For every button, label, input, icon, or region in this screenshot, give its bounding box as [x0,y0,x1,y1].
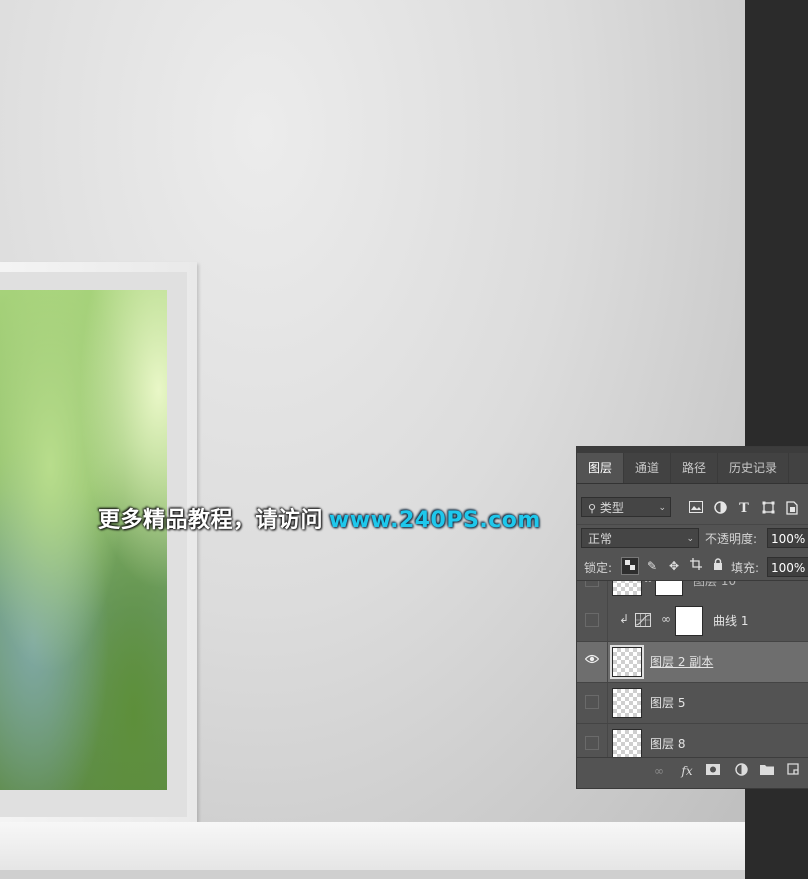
layer-name[interactable]: 曲线 1 [713,612,748,629]
layer-mask-thumbnail[interactable] [655,581,683,596]
eye-icon[interactable] [584,654,600,668]
link-icon: ∞ [661,612,671,626]
lock-label: 锁定: [584,561,613,575]
window-frame [0,262,197,822]
smart-object-filter-icon[interactable] [784,501,800,517]
layer-row[interactable]: ∞ 图层 10 [577,581,808,602]
lock-position-icon[interactable]: ✥ [665,557,683,575]
divider [607,581,608,601]
layer-name[interactable]: 图层 2 副本 [650,653,713,670]
curves-adjustment-icon [635,613,651,630]
lock-all-icon[interactable] [709,557,727,575]
tab-paths[interactable]: 路径 [671,453,719,483]
layer-thumbnail [612,688,642,718]
layer-row-selected[interactable]: 图层 2 副本 [577,642,808,683]
search-icon: ⚲ [588,502,597,515]
layer-mask-thumbnail[interactable] [675,606,703,636]
visibility-toggle[interactable] [585,613,599,627]
panel-tabs: 图层 通道 路径 历史记录 [577,453,808,484]
lock-row: 锁定: ✎ ✥ 填充: 100% [577,554,808,578]
blend-mode-select[interactable]: 正常 ⌄ [581,528,699,548]
link-layers-icon[interactable]: ∞ [651,763,667,779]
watermark-text: 更多精品教程，请访问 [98,508,324,533]
layer-filter-row: ⚲ 类型 ⌄ T [577,491,808,517]
clipping-arrow-icon: ↲ [619,612,630,626]
divider [607,601,608,641]
lock-transparent-pixels-icon[interactable] [621,557,639,575]
visibility-toggle[interactable] [585,695,599,709]
new-adjustment-layer-icon[interactable] [733,763,749,779]
layers-panel-footer: ∞ fx [577,757,808,784]
type-layer-filter-icon[interactable]: T [736,501,752,517]
lock-image-pixels-icon[interactable]: ✎ [643,557,661,575]
lock-artboard-icon[interactable] [687,557,705,575]
layers-list[interactable]: ∞ 图层 10 ↲ ∞ 曲线 1 图层 2 副本 [577,580,808,758]
visibility-toggle[interactable] [585,736,599,750]
window-view-greenery [0,290,167,790]
blend-row: 正常 ⌄ 不透明度: 100% [577,524,808,549]
layer-row[interactable]: ↲ ∞ 曲线 1 [577,601,808,642]
fill-label: 填充: [731,561,760,575]
layer-row[interactable]: 图层 5 [577,683,808,724]
opacity-label: 不透明度: [705,532,758,546]
tab-layers[interactable]: 图层 [577,453,625,483]
visibility-toggle[interactable] [585,581,599,587]
fill-input[interactable]: 100% [767,557,808,577]
layer-thumbnail [612,581,642,596]
tab-history[interactable]: 历史记录 [718,453,790,483]
layer-filter-select[interactable]: ⚲ 类型 ⌄ [581,497,671,517]
layer-thumbnail [610,645,644,679]
blend-mode-value: 正常 [588,532,613,546]
fx-icon[interactable]: fx [679,763,695,779]
divider [607,683,608,723]
adjustment-layer-filter-icon[interactable] [712,501,728,517]
watermark-url: www.240PS.com [329,508,541,533]
opacity-input[interactable]: 100% [767,528,808,548]
window-inner-frame [0,272,187,817]
chevron-down-icon: ⌄ [658,503,666,513]
folder-icon[interactable] [759,763,775,779]
link-icon: ∞ [643,581,653,586]
watermark: 更多精品教程，请访问 www.240PS.com [98,502,541,534]
new-layer-icon[interactable] [785,763,801,779]
layer-name[interactable]: 图层 10 [693,581,736,589]
add-mask-icon[interactable] [705,763,721,779]
layer-name[interactable]: 图层 8 [650,735,685,752]
layer-row[interactable]: 图层 8 [577,724,808,758]
shape-layer-filter-icon[interactable] [760,501,776,517]
tab-channels[interactable]: 通道 [624,453,672,483]
layer-filter-label: 类型 [599,501,624,515]
layer-thumbnail [612,729,642,758]
floor-edge [0,870,745,879]
layers-panel: 图层 通道 路径 历史记录 ⚲ 类型 ⌄ T 正常 ⌄ 不透明度: 100% 锁… [576,446,808,789]
divider [607,724,608,758]
layer-name[interactable]: 图层 5 [650,694,685,711]
pixel-layer-filter-icon[interactable] [688,501,704,517]
divider [607,642,608,682]
chevron-down-icon: ⌄ [686,534,694,544]
